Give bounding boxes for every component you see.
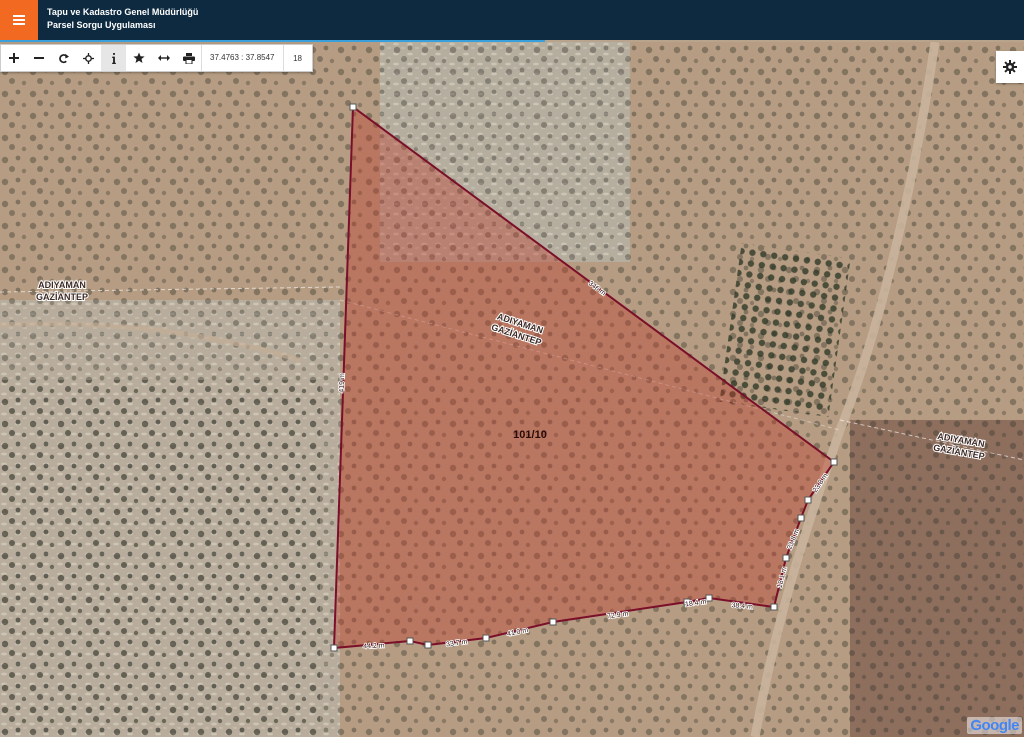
app-title-line1: Tapu ve Kadastro Genel Müdürlüğü bbox=[47, 7, 199, 17]
region-label-line1: ADIYAMAN bbox=[38, 280, 86, 290]
map-toolbar: 37.4763 : 37.8547 18 bbox=[0, 44, 313, 72]
locate-icon bbox=[83, 52, 94, 64]
info-button[interactable] bbox=[101, 45, 126, 71]
menu-button[interactable] bbox=[0, 0, 38, 40]
edge-label: 419 m bbox=[339, 373, 347, 393]
info-icon bbox=[111, 52, 116, 64]
measure-icon bbox=[157, 55, 170, 61]
map-canvas[interactable]: 101/10 ADIYAMAN GAZİANTEP ADIYAMAN GAZİA… bbox=[0, 42, 1024, 737]
favorite-button[interactable] bbox=[126, 45, 151, 71]
zoom-in-icon bbox=[8, 53, 19, 63]
refresh-button[interactable] bbox=[51, 45, 76, 71]
gear-icon bbox=[1003, 60, 1017, 74]
region-label-line2: GAZİANTEP bbox=[36, 292, 88, 302]
satellite-map[interactable]: 101/10 ADIYAMAN GAZİANTEP ADIYAMAN GAZİA… bbox=[0, 42, 1024, 737]
google-logo: Google bbox=[967, 717, 1022, 734]
refresh-icon bbox=[59, 53, 69, 63]
edge-label: 44.2 m bbox=[363, 642, 385, 650]
app-title: Tapu ve Kadastro Genel Müdürlüğü Parsel … bbox=[47, 6, 198, 32]
print-button[interactable] bbox=[176, 45, 201, 71]
google-logo-text: Google bbox=[970, 717, 1019, 734]
zoom-level: 18 bbox=[293, 53, 302, 63]
locate-button[interactable] bbox=[76, 45, 101, 71]
settings-button[interactable] bbox=[996, 51, 1024, 83]
coordinate-display: 37.4763 : 37.8547 bbox=[201, 45, 284, 71]
app-title-line2: Parsel Sorgu Uygulaması bbox=[47, 20, 156, 30]
star-icon bbox=[132, 52, 145, 63]
zoom-out-icon bbox=[33, 57, 44, 59]
app-header: Tapu ve Kadastro Genel Müdürlüğü Parsel … bbox=[0, 0, 1024, 40]
print-icon bbox=[182, 52, 195, 64]
zoom-in-button[interactable] bbox=[1, 45, 26, 71]
parcel-label: 101/10 bbox=[513, 429, 547, 441]
measure-button[interactable] bbox=[151, 45, 176, 71]
zoom-out-button[interactable] bbox=[26, 45, 51, 71]
hamburger-icon bbox=[13, 15, 25, 25]
